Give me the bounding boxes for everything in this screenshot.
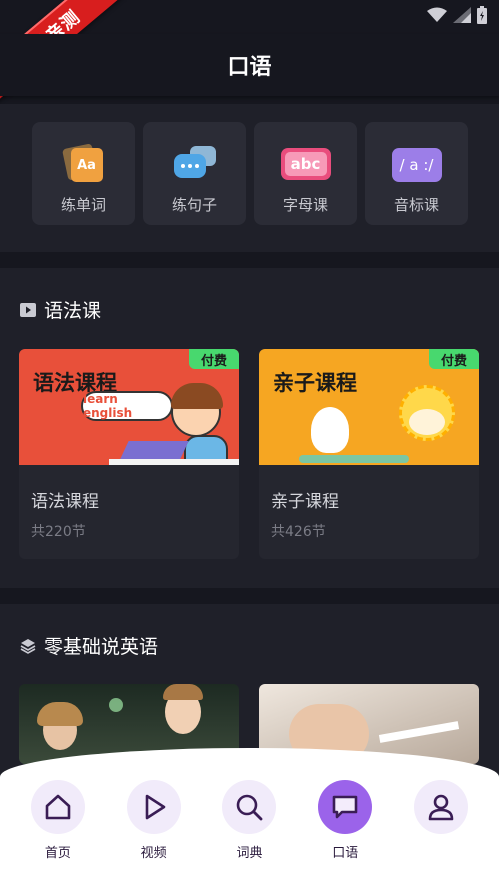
lesson-count: 共220节: [31, 524, 86, 540]
lesson-count: 共426节: [271, 524, 326, 540]
abc-icon: abc: [280, 144, 331, 184]
tab-speaking[interactable]: 口语: [305, 780, 385, 861]
tab-label: 视频: [140, 846, 167, 861]
wifi-icon: [427, 7, 447, 22]
course-image: 亲子课程 付费: [259, 349, 479, 465]
course-image: 语法课程 learn english 付费: [19, 349, 239, 465]
course-title: 语法课程: [31, 492, 99, 512]
tab-label: 口语: [332, 846, 359, 861]
tab-profile[interactable]: [401, 780, 481, 861]
page-header: 口语: [0, 34, 499, 96]
signal-icon: [453, 7, 471, 23]
tab-icon-circle: [222, 780, 277, 834]
section-title: 语法课: [44, 300, 102, 322]
course-title: 亲子课程: [271, 492, 339, 512]
word-cards-icon: Aa: [61, 143, 105, 184]
message-icon: [332, 795, 358, 819]
quick-action-label: 练单词: [60, 196, 106, 214]
paid-badge: 付费: [189, 349, 239, 369]
quick-actions-section: Aa 练单词 练句子 abc 字母课 / a :/ 音标课: [0, 104, 499, 252]
tab-icon-circle: [318, 780, 373, 834]
user-icon: [428, 794, 454, 821]
search-icon: [237, 794, 263, 821]
quick-action-words[interactable]: Aa 练单词: [32, 122, 135, 225]
quick-action-label: 音标课: [393, 196, 439, 214]
battery-icon: [477, 6, 487, 24]
speech-bubble: learn english: [81, 391, 173, 421]
play-square-icon: [20, 302, 36, 317]
boy-illustration: [171, 383, 223, 437]
tab-icon-circle: [30, 780, 85, 834]
ghost-illustration: [311, 407, 349, 453]
tab-label: 词典: [236, 846, 263, 861]
course-card-parent-child[interactable]: 亲子课程 付费 亲子课程 共426节: [259, 349, 479, 559]
play-icon: [145, 794, 165, 820]
quick-action-label: 练句子: [171, 196, 217, 214]
image-title: 亲子课程: [273, 371, 357, 395]
course-card-grammar[interactable]: 语法课程 learn english 付费 语法课程 共220节: [19, 349, 239, 559]
tab-dictionary[interactable]: 词典: [209, 780, 289, 861]
chat-bubbles-icon: [173, 144, 216, 184]
bottom-tab-bar: 首页 视频 词典 口语: [0, 748, 499, 888]
grammar-section: 语法课 语法课程 learn english 付费 语法课程 共220节 亲子课…: [0, 268, 499, 588]
layers-icon: [20, 638, 36, 654]
tab-home[interactable]: 首页: [18, 780, 98, 861]
quick-action-label: 字母课: [282, 196, 328, 214]
tab-icon-circle: [126, 780, 181, 834]
paid-badge: 付费: [429, 349, 479, 369]
quick-action-sentences[interactable]: 练句子: [143, 122, 246, 225]
phonetic-icon: / a :/: [391, 144, 442, 184]
section-title: 零基础说英语: [44, 636, 159, 658]
quick-action-alphabet[interactable]: abc 字母课: [254, 122, 357, 225]
quick-action-phonetics[interactable]: / a :/ 音标课: [365, 122, 468, 225]
home-icon: [45, 794, 71, 820]
tab-video[interactable]: 视频: [114, 780, 194, 861]
page-title: 口语: [227, 55, 272, 80]
tab-label: 首页: [44, 846, 71, 861]
tab-icon-circle: [414, 780, 469, 834]
